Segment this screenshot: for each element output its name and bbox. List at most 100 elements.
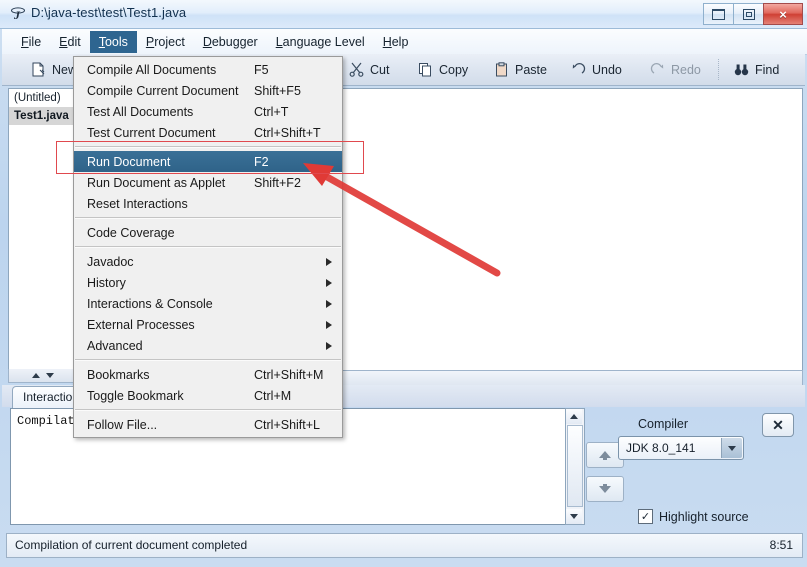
menu-item-label: Run Document as Applet (87, 175, 226, 190)
menu-item-run-document-as-applet[interactable]: Run Document as Applet Shift+F2 (74, 172, 342, 193)
scissors-icon (349, 62, 364, 77)
paste-button-label: Paste (515, 62, 547, 77)
check-icon: ✓ (640, 511, 651, 523)
copy-icon (418, 62, 433, 77)
menu-item-label: Bookmarks (87, 367, 150, 382)
menu-item-accelerator: Ctrl+T (254, 104, 289, 119)
window-title: D:\java-test\test\Test1.java (31, 5, 187, 20)
chevron-down-icon (599, 484, 611, 493)
highlight-source-row[interactable]: ✓ Highlight source (638, 509, 749, 524)
copy-button[interactable]: Copy (409, 57, 477, 82)
menu-item-bookmarks[interactable]: Bookmarks Ctrl+Shift+M (74, 364, 342, 385)
scroll-up-icon[interactable] (32, 373, 40, 378)
menu-debugger[interactable]: Debugger (194, 31, 267, 53)
menu-separator (75, 246, 341, 248)
submenu-arrow-icon (326, 299, 332, 308)
menu-item-history[interactable]: History (74, 272, 342, 293)
menu-item-javadoc[interactable]: Javadoc (74, 251, 342, 272)
menu-item-label: Follow File... (87, 417, 158, 432)
menu-item-label: Test Current Document (87, 125, 216, 140)
submenu-arrow-icon (326, 278, 332, 287)
file-list-pane[interactable]: (Untitled) Test1.java (8, 88, 78, 371)
compiler-label: Compiler (638, 417, 689, 431)
submenu-arrow-icon (326, 341, 332, 350)
menu-bar: File Edit Tools Project Debugger Languag… (2, 29, 807, 55)
menu-item-label: Javadoc (87, 254, 134, 269)
menu-item-accelerator: F2 (254, 154, 269, 169)
compiler-panel: Compiler JDK 8.0_141 ✕ ✓ Highlight sourc… (586, 408, 798, 530)
menu-item-toggle-bookmark[interactable]: Toggle Bookmark Ctrl+M (74, 385, 342, 406)
menu-item-accelerator: Shift+F2 (254, 175, 301, 190)
title-bar: J D:\java-test\test\Test1.java × (0, 0, 807, 29)
menu-item-compile-current-document[interactable]: Compile Current Document Shift+F5 (74, 80, 342, 101)
close-button[interactable]: × (763, 3, 803, 25)
menu-item-label: Reset Interactions (87, 196, 188, 211)
menu-item-reset-interactions[interactable]: Reset Interactions (74, 193, 342, 214)
highlight-source-label: Highlight source (659, 509, 749, 524)
compiler-select[interactable]: JDK 8.0_141 (618, 436, 744, 460)
file-pane-scroll-controls[interactable] (8, 369, 78, 383)
chevron-down-icon (570, 514, 578, 519)
menu-item-label: Advanced (87, 338, 143, 353)
redo-button[interactable]: Redo (641, 57, 710, 82)
undo-arrow-icon (571, 62, 586, 77)
chevron-down-icon[interactable] (721, 438, 742, 458)
menu-item-external-processes[interactable]: External Processes (74, 314, 342, 335)
console-scrollbar-thumb[interactable] (567, 425, 583, 507)
close-panel-button[interactable]: ✕ (762, 413, 794, 437)
file-item-test1[interactable]: Test1.java (9, 107, 77, 125)
binoculars-icon (734, 62, 749, 77)
close-icon: ✕ (772, 416, 784, 433)
status-message: Compilation of current document complete… (15, 538, 248, 552)
menu-edit[interactable]: Edit (50, 31, 90, 53)
maximize-icon (742, 8, 755, 20)
submenu-arrow-icon (326, 320, 332, 329)
menu-language-level[interactable]: Language Level (267, 31, 374, 53)
menu-item-code-coverage[interactable]: Code Coverage (74, 222, 342, 243)
menu-item-label: Test All Documents (87, 104, 194, 119)
status-time: 8:51 (769, 538, 793, 552)
scroll-down-icon[interactable] (46, 373, 54, 378)
undo-button[interactable]: Undo (562, 57, 631, 82)
find-button-label: Find (755, 62, 780, 77)
menu-tools[interactable]: Tools (89, 30, 137, 53)
menu-help[interactable]: Help (374, 31, 418, 53)
copy-button-label: Copy (439, 62, 469, 77)
maximize-button[interactable] (733, 3, 763, 25)
minimize-button[interactable] (703, 3, 733, 25)
menu-item-accelerator: Ctrl+Shift+T (254, 125, 321, 140)
menu-item-compile-all-documents[interactable]: Compile All Documents F5 (74, 59, 342, 80)
cut-button-label: Cut (370, 62, 390, 77)
menu-item-advanced[interactable]: Advanced (74, 335, 342, 356)
toolbar-separator (718, 59, 720, 80)
chevron-up-icon (570, 414, 578, 419)
menu-project[interactable]: Project (137, 31, 194, 53)
undo-button-label: Undo (592, 62, 622, 77)
menu-item-accelerator: F5 (254, 62, 269, 77)
redo-arrow-icon (650, 62, 665, 77)
menu-item-test-current-document[interactable]: Test Current Document Ctrl+Shift+T (74, 122, 342, 143)
menu-item-accelerator: Ctrl+Shift+M (254, 367, 324, 382)
menu-item-accelerator: Ctrl+M (254, 388, 292, 403)
menu-item-run-document[interactable]: Run Document F2 (74, 151, 342, 172)
tools-dropdown-menu[interactable]: Compile All Documents F5 Compile Current… (73, 56, 343, 438)
menu-separator (75, 409, 341, 411)
menu-item-test-all-documents[interactable]: Test All Documents Ctrl+T (74, 101, 342, 122)
find-button[interactable]: Find (725, 57, 788, 82)
console-scroll-up-button[interactable] (566, 409, 582, 424)
drjava-app-icon: J (9, 5, 27, 23)
console-vertical-scrollbar[interactable] (565, 408, 585, 525)
menu-item-accelerator: Shift+F5 (254, 83, 301, 98)
status-bar: Compilation of current document complete… (6, 533, 803, 558)
menu-separator (75, 359, 341, 361)
console-scroll-down-button[interactable] (566, 509, 582, 524)
file-item-untitled[interactable]: (Untitled) (9, 89, 77, 107)
scroll-down-button[interactable] (586, 476, 624, 502)
menu-item-label: Compile Current Document (87, 83, 239, 98)
paste-button[interactable]: Paste (485, 57, 556, 82)
menu-item-follow-file[interactable]: Follow File... Ctrl+Shift+L (74, 414, 342, 435)
menu-item-interactions-and-console[interactable]: Interactions & Console (74, 293, 342, 314)
highlight-source-checkbox[interactable]: ✓ (638, 509, 653, 524)
cut-button[interactable]: Cut (340, 57, 398, 82)
menu-file[interactable]: File (12, 31, 50, 53)
